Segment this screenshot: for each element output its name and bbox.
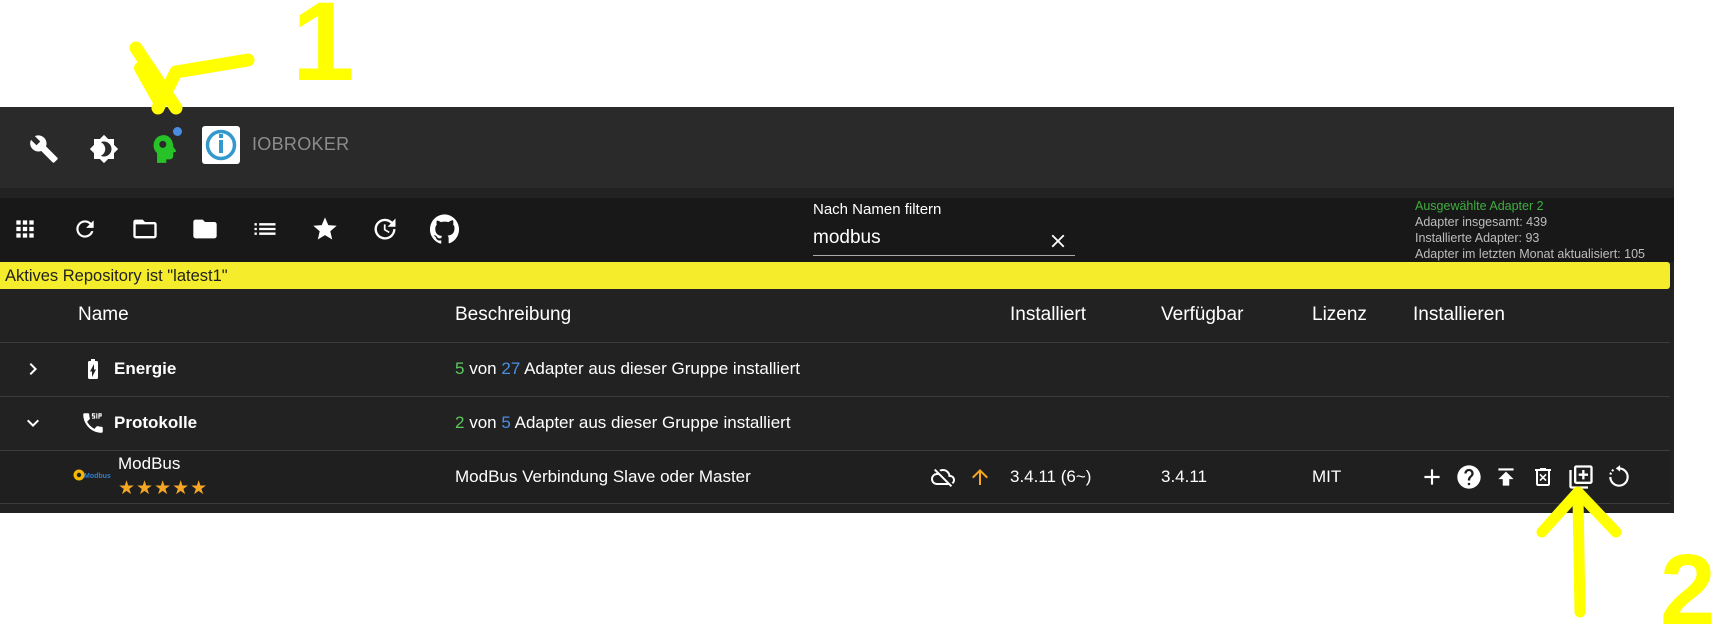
adapter-stats: Ausgewählte Adapter 2 Adapter insgesamt:… [1415, 198, 1645, 262]
modbus-logo-text: Modbus [84, 473, 111, 480]
updated-adapters-stat: Adapter im letzten Monat aktualisiert: 1… [1415, 247, 1645, 261]
brightness-icon[interactable] [84, 129, 124, 169]
update-icon[interactable] [368, 212, 402, 246]
installed-adapters-stat: Installierte Adapter: 93 [1415, 231, 1540, 245]
column-header-installed: Installiert [1010, 304, 1087, 325]
column-header-license: Lizenz [1312, 304, 1367, 325]
github-icon[interactable] [428, 212, 462, 246]
add-instance-button[interactable] [1418, 463, 1446, 491]
brand-title: IOBROKER [252, 134, 350, 154]
annotation-arrow-2 [1572, 492, 1586, 618]
adapter-toolbar: Nach Namen filtern Ausgewählte Adapter 2… [0, 198, 1674, 262]
annotation-label-2: 2 [1660, 534, 1716, 624]
of-text: von [469, 359, 497, 378]
filter-underline [813, 255, 1075, 256]
total-count: 27 [501, 359, 521, 378]
total-count: 5 [501, 413, 511, 432]
top-bar: IOBROKER [0, 107, 1674, 188]
add-box-multiple-icon[interactable] [1567, 463, 1595, 491]
refresh-icon[interactable] [68, 212, 102, 246]
column-header-description: Beschreibung [455, 304, 572, 325]
table-header: Name Beschreibung Installiert Verfügbar … [0, 289, 1670, 343]
adapter-row-modbus[interactable]: Modbus ModBus ★★★★★ ModBus Verbindung Sl… [0, 451, 1670, 504]
summary-suffix: Adapter aus dieser Gruppe installiert [514, 413, 791, 432]
clear-filter-icon[interactable] [1045, 228, 1071, 254]
arrow-up-icon[interactable] [966, 464, 994, 490]
iobroker-logo[interactable] [202, 126, 240, 164]
group-row-protokolle[interactable]: Protokolle 2 von 5 Adapter aus dieser Gr… [0, 397, 1670, 451]
delete-icon[interactable] [1529, 463, 1557, 491]
modbus-logo: Modbus [72, 466, 114, 484]
installed-count: 5 [455, 359, 465, 378]
chevron-right-icon[interactable] [20, 356, 46, 382]
available-version: 3.4.11 [1161, 467, 1208, 486]
total-adapters-stat: Adapter insgesamt: 439 [1415, 215, 1548, 229]
group-summary: 5 von 27 Adapter aus dieser Gruppe insta… [455, 359, 800, 379]
grid-view-icon[interactable] [8, 212, 42, 246]
group-summary: 2 von 5 Adapter aus dieser Gruppe instal… [455, 413, 791, 433]
star-icon[interactable] [308, 212, 342, 246]
filter-input[interactable] [813, 226, 1043, 250]
annotation-label-1: 1 [292, 0, 354, 104]
cloud-off-icon [929, 464, 957, 490]
group-name: Energie [114, 359, 177, 378]
list-icon[interactable] [248, 212, 282, 246]
group-name: Protokolle [114, 413, 198, 432]
iobroker-admin-window: IOBROKER Nach Namen filtern modbus Ausge… [0, 107, 1674, 513]
group-row-energie[interactable]: Energie 5 von 27 Adapter aus dieser Grup… [0, 343, 1670, 397]
installed-version: 3.4.11 (6~) [1010, 467, 1092, 486]
wrench-icon[interactable] [24, 129, 64, 169]
rating-stars[interactable]: ★★★★★ [118, 477, 208, 500]
rebuild-icon[interactable] [1605, 463, 1633, 491]
battery-charging-icon [80, 356, 106, 382]
folder-icon[interactable] [188, 212, 222, 246]
help-icon[interactable] [1455, 463, 1483, 491]
column-header-name: Name [78, 304, 129, 325]
license: MIT [1312, 467, 1342, 486]
column-header-install: Installieren [1413, 304, 1505, 325]
installed-count: 2 [455, 413, 465, 432]
notification-dot [173, 127, 182, 136]
summary-suffix: Adapter aus dieser Gruppe installiert [524, 359, 801, 378]
annotation-arrow-1 [129, 41, 183, 115]
selected-adapters-stat: Ausgewählte Adapter 2 [1415, 199, 1544, 213]
adapter-name: ModBus [118, 454, 181, 473]
of-text: von [469, 413, 497, 432]
column-header-available: Verfügbar [1161, 304, 1244, 325]
active-repository-banner: Aktives Repository ist "latest1" [0, 262, 1670, 289]
filter-label: Nach Namen filtern [813, 201, 942, 218]
folder-outline-icon[interactable] [128, 212, 162, 246]
adapter-description: ModBus Verbindung Slave oder Master [455, 467, 751, 486]
sip-phone-icon [80, 410, 106, 436]
upload-icon[interactable] [1492, 463, 1520, 491]
chevron-down-icon[interactable] [20, 410, 46, 436]
